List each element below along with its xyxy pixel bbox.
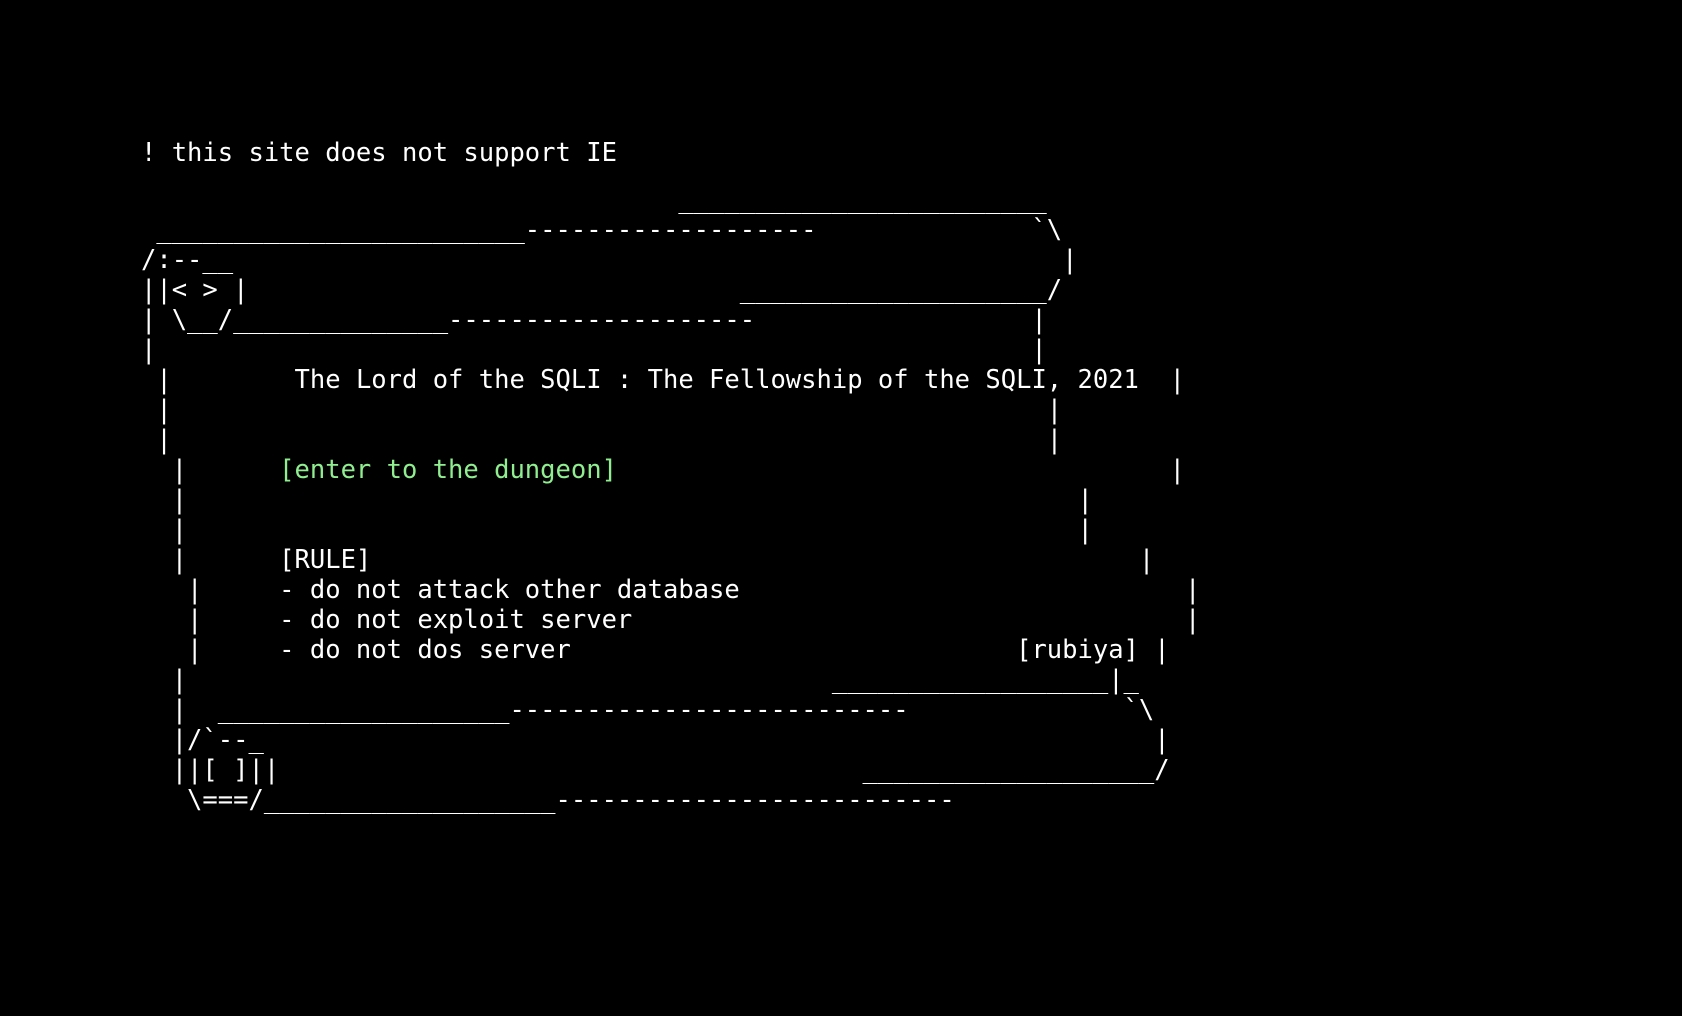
page-title: The Lord of the SQLI : The Fellowship of… — [294, 365, 1139, 395]
rule-border-left: | — [141, 605, 280, 635]
rule-heading-border-left: | — [141, 545, 280, 575]
scroll-mid-line-1: | | — [141, 395, 1063, 425]
rule-border-right: | — [632, 605, 1201, 635]
scroll-mid-line-3: | | — [141, 485, 1093, 515]
link-line: | [enter to the dungeon] | — [141, 455, 1200, 485]
scroll-top-line-2: ________________________----------------… — [141, 215, 1063, 245]
rule-spacer — [571, 635, 1016, 665]
scroll-top-line-5: | \__/______________--------------------… — [141, 305, 1047, 335]
link-border-left: | — [141, 455, 280, 485]
ie-notice: ! this site does not support IE — [141, 138, 617, 168]
rule-line-1: | - do not attack other database | — [141, 575, 1200, 605]
title-border-left: | — [141, 365, 295, 395]
scroll-bottom-line-4: ||[ ]|| ___________________/ — [141, 755, 1170, 785]
rule-item: - do not attack other database — [279, 575, 740, 605]
scroll-bottom-line-1: | __________________|_ — [141, 665, 1139, 695]
rule-line-2: | - do not exploit server | — [141, 605, 1200, 635]
scroll-mid-line-4: | | — [141, 515, 1093, 545]
rule-border-left: | — [141, 575, 280, 605]
title-border-right: | — [1138, 365, 1185, 395]
rule-heading: [RULE] — [279, 545, 372, 575]
scroll-top-line-3: /:--__ | — [141, 245, 1078, 275]
rule-heading-border-right: | — [371, 545, 1155, 575]
rule-item: - do not exploit server — [279, 605, 633, 635]
link-border-right: | — [616, 455, 1185, 485]
rule-border-left: | — [141, 635, 280, 665]
scroll-bottom-line-3: |/`--_ | — [141, 725, 1170, 755]
scroll-top-line-6: | | — [141, 335, 1047, 365]
scroll-top-line-4: ||< > | ____________________/ — [141, 275, 1063, 305]
author-signature: [rubiya] — [1016, 635, 1139, 665]
scroll-bottom-line-2: | ___________________-------------------… — [141, 695, 1155, 725]
title-line: | The Lord of the SQLI : The Fellowship … — [141, 365, 1200, 395]
rule-border-right: | — [739, 575, 1201, 605]
scroll-bottom-line-5: \===/___________________----------------… — [141, 785, 955, 815]
rule-heading-line: | [RULE] | — [141, 545, 1200, 575]
author-border-right: | — [1138, 635, 1170, 665]
enter-dungeon-link[interactable]: [enter to the dungeon] — [279, 455, 617, 485]
ascii-scroll: ________________________ _______________… — [141, 185, 1200, 815]
scroll-mid-line-2: | | — [141, 425, 1063, 455]
rule-item: - do not dos server — [279, 635, 571, 665]
rule-line-3: | - do not dos server [rubiya] | — [141, 635, 1200, 665]
scroll-top-line-1: ________________________ — [141, 185, 1047, 215]
